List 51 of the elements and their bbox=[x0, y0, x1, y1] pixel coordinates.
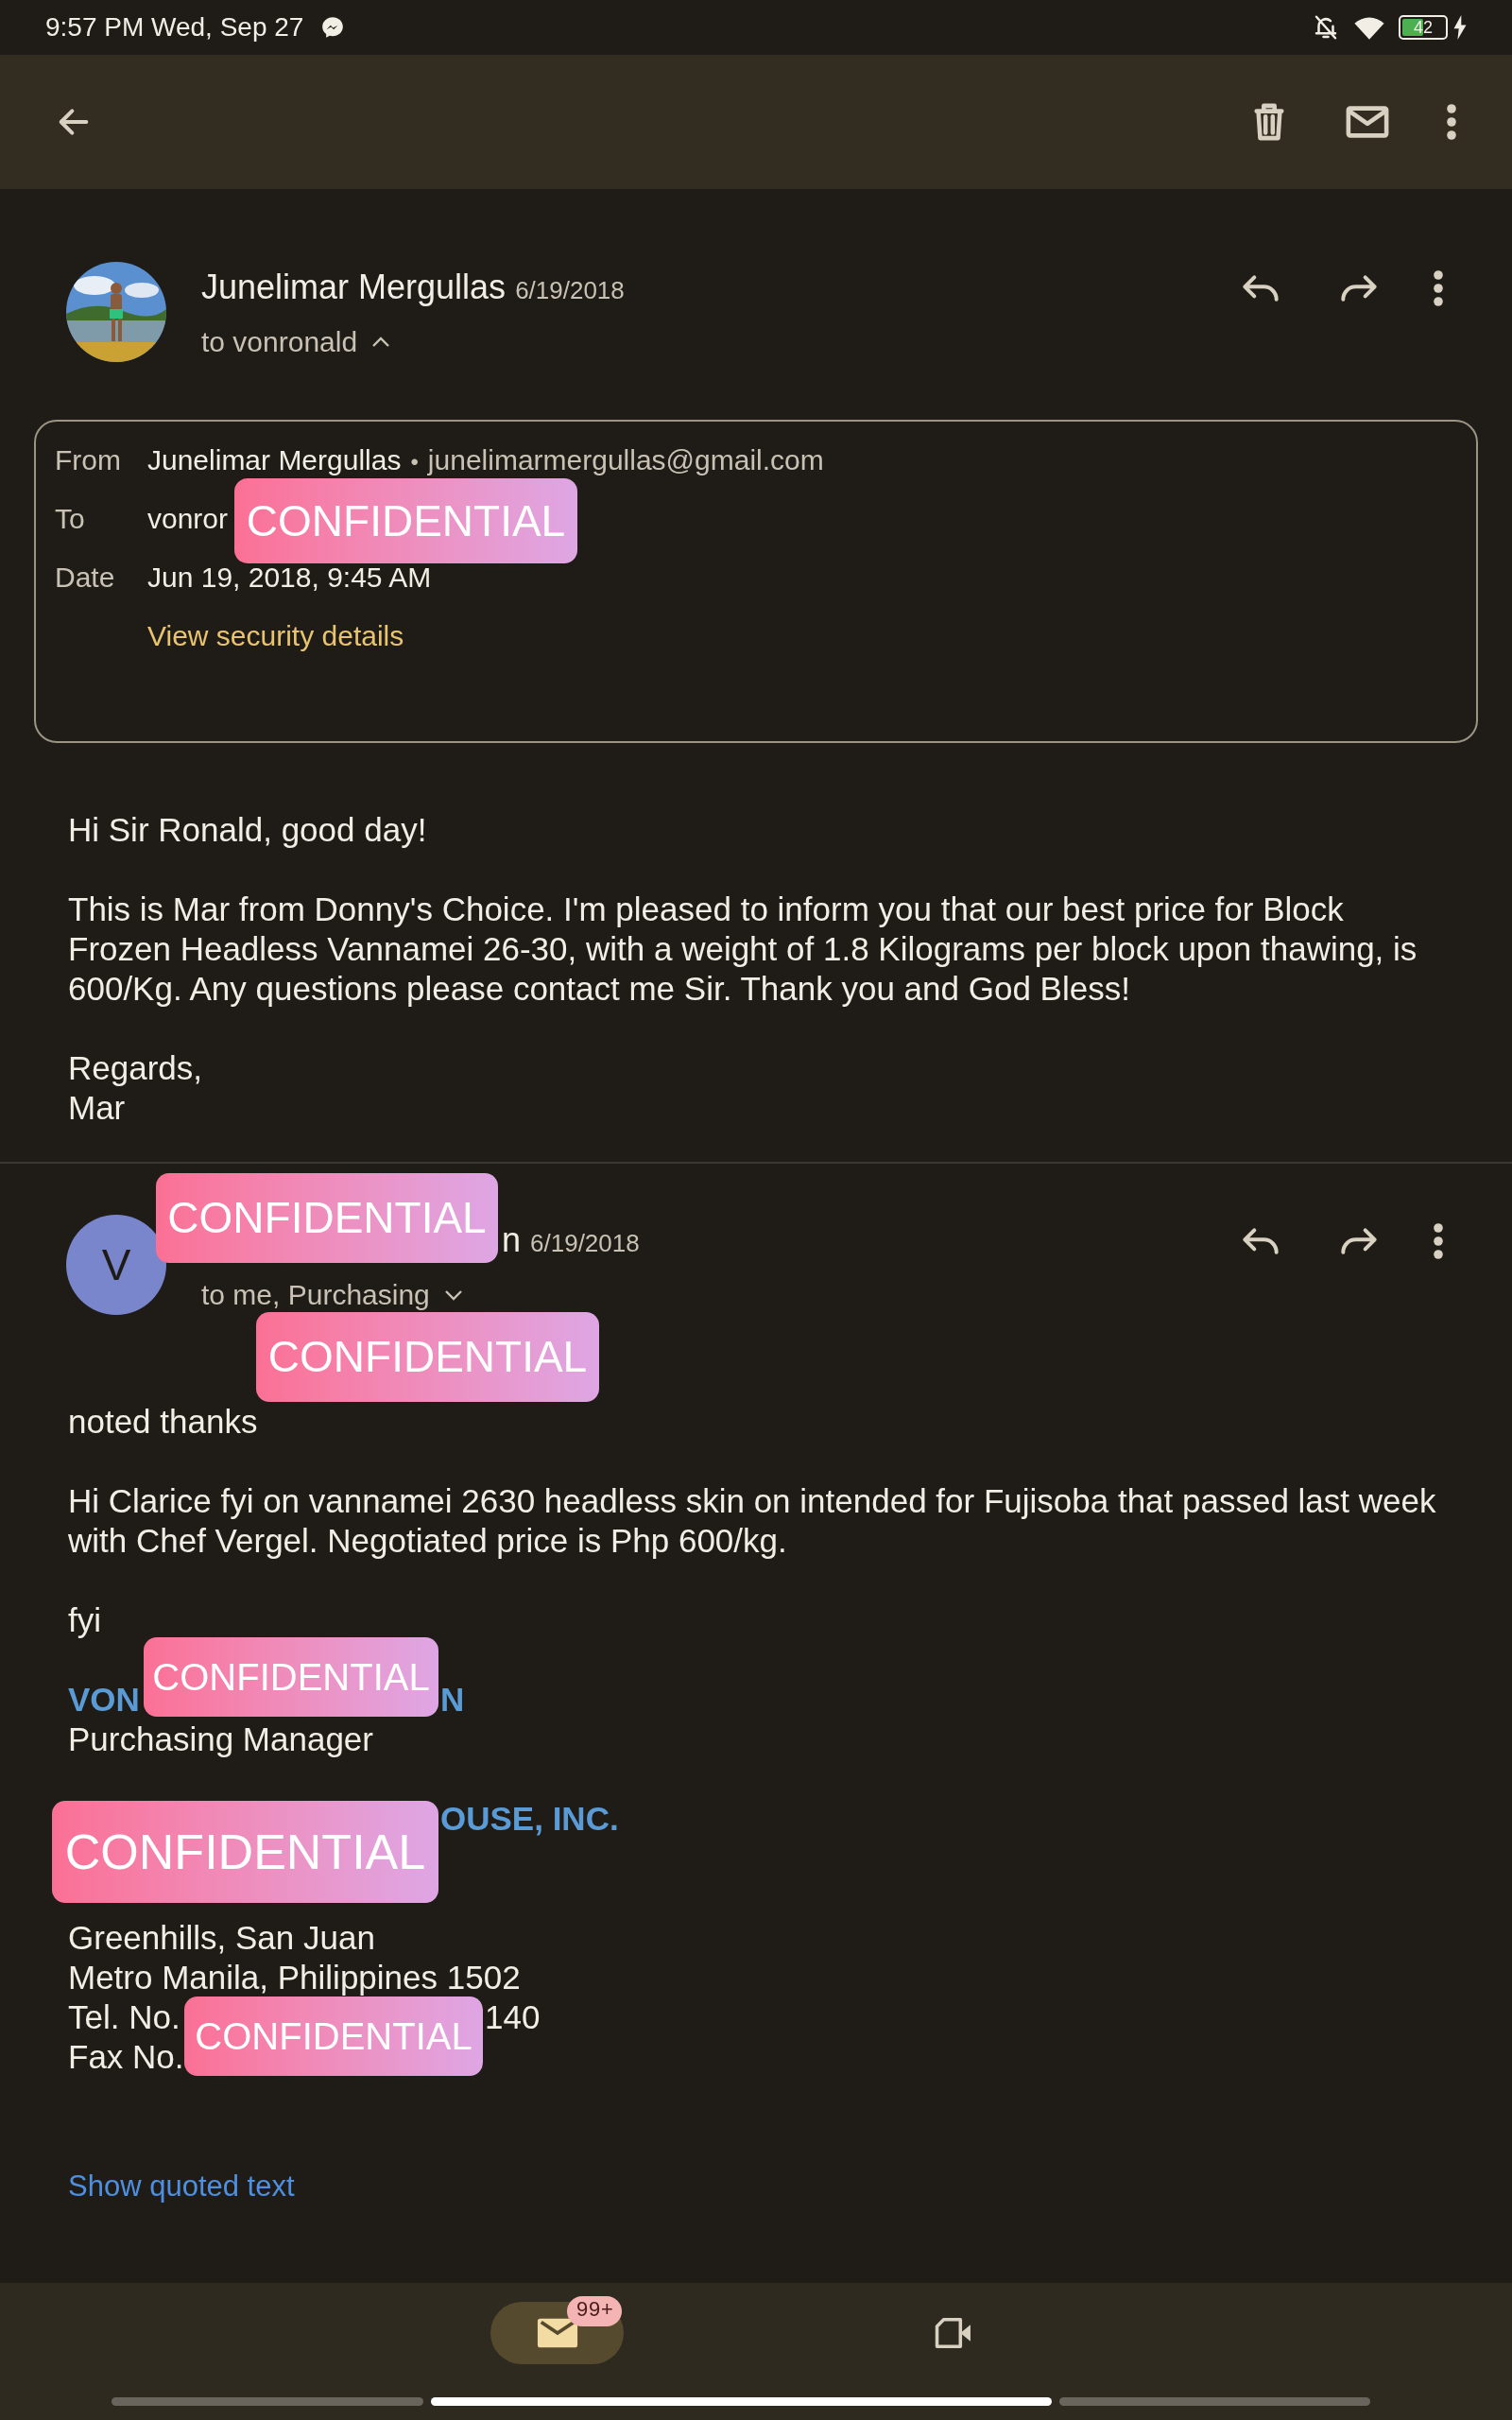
detail-label: From bbox=[55, 443, 122, 477]
message-paragraph: Hi Clarice fyi on vannamei 2630 headless skin on intended for Fujisoba that passed last week with Chef Vergel. Negotiated price is Php 600/kg. bbox=[68, 1481, 1437, 1561]
status-time: 9:57 PM Wed, Sep 27 bbox=[45, 11, 304, 43]
sender-name: Junelimar Mergullas bbox=[201, 267, 507, 308]
more-button[interactable] bbox=[1433, 1222, 1444, 1260]
detail-value: Junelimar Mergullas bbox=[147, 443, 402, 477]
company-name: OUSE, INC. bbox=[440, 1799, 619, 1839]
more-button[interactable] bbox=[1446, 103, 1457, 141]
message-date: 6/19/2018 bbox=[515, 275, 625, 306]
signature-line: Metro Manila, Philippines 1502 bbox=[68, 1958, 521, 1997]
confidential-label: CONFIDENTIAL bbox=[234, 478, 577, 563]
message-paragraph: noted thanks bbox=[68, 1402, 259, 1442]
signature-line: 140 bbox=[485, 1997, 541, 2037]
message-date: 6/19/2018 bbox=[530, 1228, 640, 1259]
signature-line: Greenhills, San Juan bbox=[68, 1918, 375, 1958]
email-address: junelimarmergullas@gmail.com bbox=[427, 443, 824, 477]
forward-button[interactable] bbox=[1340, 1226, 1378, 1256]
detail-value: Jun 19, 2018, 9:45 AM bbox=[147, 561, 432, 595]
confidential-label: CONFIDENTIAL bbox=[144, 1637, 438, 1717]
detail-label: Date bbox=[55, 561, 116, 595]
confidential-label: CONFIDENTIAL bbox=[184, 1996, 483, 2076]
message-paragraph: This is Mar from Donny's Choice. I'm pleased to inform you that our best price for Block Frozen Headless Vannamei 26-30, with a weight of 1.8 Kilograms per block upon thawing, is 600/Kg. Any questions please contact me Sir. Thank you and God Bless! bbox=[68, 890, 1418, 1009]
reply-button[interactable] bbox=[1242, 1226, 1280, 1256]
show-quoted-text-link[interactable]: Show quoted text bbox=[68, 2169, 295, 2203]
delete-button[interactable] bbox=[1251, 102, 1287, 142]
sender-name: n bbox=[502, 1219, 522, 1261]
detail-label: To bbox=[55, 502, 86, 536]
confidential-label: CONFIDENTIAL bbox=[52, 1801, 438, 1903]
charging-icon bbox=[1453, 15, 1467, 40]
confidential-label: CONFIDENTIAL bbox=[156, 1173, 498, 1263]
signature-line: Tel. No. bbox=[68, 1998, 180, 2035]
security-details-link[interactable]: View security details bbox=[147, 620, 404, 651]
messenger-icon bbox=[320, 15, 346, 40]
separator-dot: • bbox=[410, 448, 419, 476]
recipients-toggle[interactable]: to vonronald bbox=[201, 320, 392, 363]
detail-value: vonror bbox=[147, 502, 229, 536]
forward-button[interactable] bbox=[1340, 273, 1378, 303]
confidential-label: CONFIDENTIAL bbox=[256, 1312, 599, 1402]
mark-unread-button[interactable] bbox=[1346, 105, 1389, 139]
signature-name: VON bbox=[68, 1680, 141, 1720]
more-button[interactable] bbox=[1433, 269, 1444, 307]
unread-count-badge: 99+ bbox=[567, 2296, 622, 2326]
signature-line: Fax No. bbox=[68, 2037, 184, 2077]
mail-icon bbox=[535, 2316, 579, 2350]
signature-line: Purchasing Manager bbox=[68, 1720, 373, 1759]
reply-button[interactable] bbox=[1242, 273, 1280, 303]
message-paragraph: Hi Sir Ronald, good day! bbox=[68, 810, 428, 850]
signature-name: N bbox=[440, 1680, 465, 1720]
avatar-letter: V bbox=[101, 1238, 131, 1291]
message-paragraph: fyi bbox=[68, 1600, 102, 1640]
message-paragraph: Regards, Mar bbox=[68, 1048, 204, 1128]
